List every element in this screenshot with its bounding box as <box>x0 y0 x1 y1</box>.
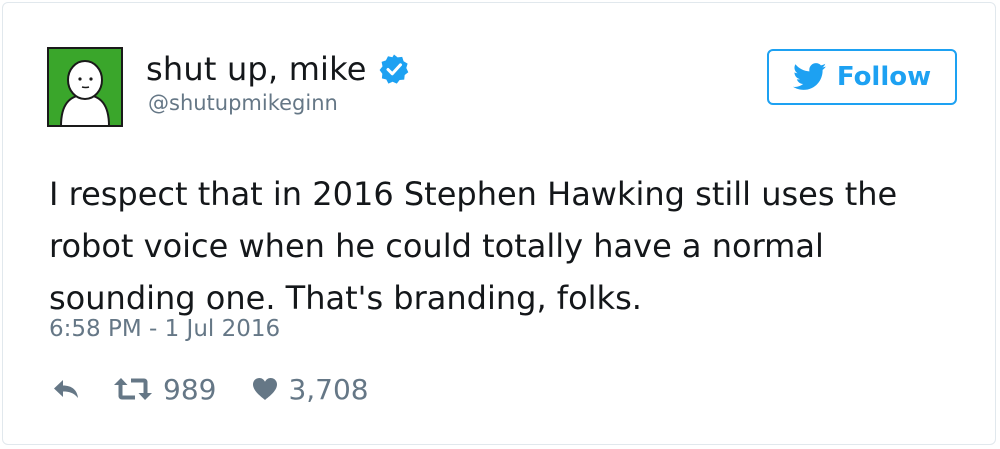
tweet-timestamp[interactable]: 6:58 PM - 1 Jul 2016 <box>49 316 280 342</box>
user-handle[interactable]: @shutupmikeginn <box>148 91 338 115</box>
like-count: 3,708 <box>288 372 369 406</box>
tweet-text-line: robot voice when he could totally have a… <box>49 227 824 265</box>
like-button[interactable]: 3,708 <box>252 372 369 406</box>
display-name-row: shut up, mike <box>146 47 410 91</box>
follow-button[interactable]: Follow <box>767 49 957 105</box>
tweet-card: shut up, mike @shutupmikeginn Follow I r… <box>2 2 996 445</box>
verified-badge-icon <box>378 53 410 85</box>
retweet-button[interactable]: 989 <box>113 373 216 406</box>
display-name[interactable]: shut up, mike <box>146 50 367 88</box>
cartoon-person-avatar-icon <box>47 47 123 127</box>
tweet-text: I respect that in 2016 Stephen Hawking s… <box>49 168 979 324</box>
retweet-count: 989 <box>163 372 217 406</box>
twitter-bird-icon <box>792 63 827 91</box>
reply-button[interactable] <box>51 377 81 401</box>
retweet-icon <box>113 376 153 402</box>
tweet-text-line: I respect that in 2016 Stephen Hawking s… <box>49 175 898 213</box>
reply-icon <box>51 377 81 401</box>
heart-icon <box>252 377 278 401</box>
avatar[interactable] <box>47 47 123 127</box>
tweet-actions: 989 3,708 <box>51 369 369 409</box>
follow-label: Follow <box>836 62 932 92</box>
